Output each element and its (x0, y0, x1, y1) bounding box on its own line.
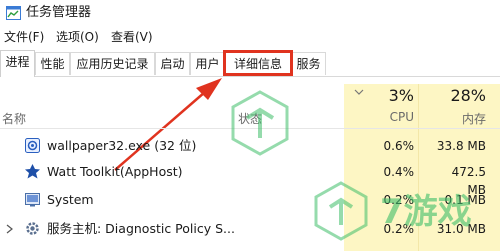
sort-chevron-down-icon[interactable] (354, 89, 364, 96)
process-cpu: 0.6% (383, 139, 415, 153)
wallpaper-icon (25, 138, 40, 153)
system-icon (25, 193, 40, 207)
expand-chevron-right-icon[interactable] (6, 224, 14, 234)
gear-icon (26, 222, 39, 235)
watermark-text: 7游戏 (380, 192, 472, 232)
process-name: Watt Toolkit(AppHost) (47, 164, 183, 179)
process-name: wallpaper32.exe (32 位) (47, 138, 197, 153)
column-header-cpu[interactable]: CPU (386, 110, 414, 124)
process-name: System (47, 192, 94, 207)
watt-toolkit-icon (25, 164, 40, 179)
watermark-logo-bottom (314, 181, 368, 241)
watermark-logo-top (231, 90, 289, 156)
cpu-total-percent: 3% (388, 86, 414, 105)
memory-total-percent: 28% (450, 86, 486, 105)
column-header-name[interactable]: 名称 (2, 110, 26, 127)
process-cpu: 0.4% (383, 165, 415, 179)
column-header-memory[interactable]: 内存 (460, 110, 486, 127)
process-name: 服务主机: Diagnostic Policy S... (47, 221, 235, 236)
process-memory: 33.8 MB (436, 139, 486, 153)
